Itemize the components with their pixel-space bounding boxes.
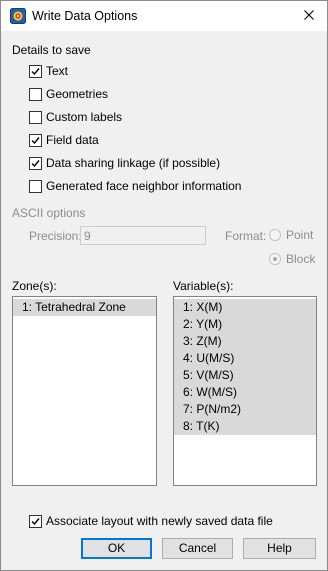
write-data-options-dialog: Write Data Options Details to save Text … <box>0 0 328 571</box>
text-checkbox-label: Text <box>46 64 69 78</box>
variable-item[interactable]: 2: Y(M) <box>174 316 316 333</box>
text-checkbox[interactable]: Text <box>29 63 68 79</box>
precision-label: Precision: <box>29 229 82 243</box>
format-block-radio[interactable]: Block <box>269 251 315 267</box>
variable-item[interactable]: 4: U(M/S) <box>174 350 316 367</box>
checkbox-box[interactable] <box>29 179 42 193</box>
associate-layout-label: Associate layout with newly saved data f… <box>46 514 273 528</box>
format-label: Format: <box>225 229 267 243</box>
variable-item[interactable]: 5: V(M/S) <box>174 367 316 384</box>
cancel-button[interactable]: Cancel <box>162 538 233 559</box>
zones-listbox[interactable]: 1: Tetrahedral Zone <box>12 296 157 486</box>
checkmark-icon <box>31 67 40 75</box>
checkbox-box[interactable] <box>29 514 42 528</box>
zones-label: Zone(s): <box>12 279 57 293</box>
details-section-label: Details to save <box>12 43 91 57</box>
checkbox-box[interactable] <box>29 64 42 78</box>
checkmark-icon <box>31 159 40 167</box>
custom-labels-checkbox-label: Custom labels <box>46 110 123 124</box>
field-data-checkbox-label: Field data <box>46 133 99 147</box>
precision-input[interactable]: 9 <box>80 226 206 245</box>
data-sharing-linkage-label: Data sharing linkage (if possible) <box>46 156 221 170</box>
checkbox-box[interactable] <box>29 156 42 170</box>
checkbox-box[interactable] <box>29 133 42 147</box>
variable-item[interactable]: 6: W(M/S) <box>174 384 316 401</box>
zone-item[interactable]: 1: Tetrahedral Zone <box>13 299 156 316</box>
radio-circle[interactable] <box>269 253 281 265</box>
window-title: Write Data Options <box>32 9 138 23</box>
title-bar: Write Data Options <box>1 1 327 31</box>
geometries-checkbox[interactable]: Geometries <box>29 86 108 102</box>
variable-item[interactable]: 1: X(M) <box>174 299 316 316</box>
close-icon <box>304 9 314 23</box>
variable-item[interactable]: 8: T(K) <box>174 418 316 435</box>
face-neighbor-checkbox[interactable]: Generated face neighbor information <box>29 178 241 194</box>
geometries-checkbox-label: Geometries <box>46 87 109 101</box>
checkmark-icon <box>31 136 40 144</box>
app-icon <box>10 8 26 24</box>
close-button[interactable] <box>291 1 327 31</box>
face-neighbor-checkbox-label: Generated face neighbor information <box>46 179 242 193</box>
field-data-checkbox[interactable]: Field data <box>29 132 99 148</box>
checkbox-box[interactable] <box>29 110 42 124</box>
custom-labels-checkbox[interactable]: Custom labels <box>29 109 122 125</box>
ok-button[interactable]: OK <box>81 538 152 559</box>
ascii-section-label: ASCII options <box>12 206 86 220</box>
radio-circle[interactable] <box>269 229 281 241</box>
format-block-label: Block <box>286 252 316 266</box>
help-button[interactable]: Help <box>243 538 316 559</box>
variable-item[interactable]: 7: P(N/m2) <box>174 401 316 418</box>
format-point-radio[interactable]: Point <box>269 227 313 243</box>
variables-listbox[interactable]: 1: X(M) 2: Y(M) 3: Z(M) 4: U(M/S) 5: V(M… <box>173 296 317 486</box>
checkmark-icon <box>31 517 40 525</box>
checkbox-box[interactable] <box>29 87 42 101</box>
associate-layout-checkbox[interactable]: Associate layout with newly saved data f… <box>29 513 273 529</box>
variables-label: Variable(s): <box>173 279 234 293</box>
variable-item[interactable]: 3: Z(M) <box>174 333 316 350</box>
data-sharing-linkage-checkbox[interactable]: Data sharing linkage (if possible) <box>29 155 220 171</box>
format-point-label: Point <box>286 228 314 242</box>
